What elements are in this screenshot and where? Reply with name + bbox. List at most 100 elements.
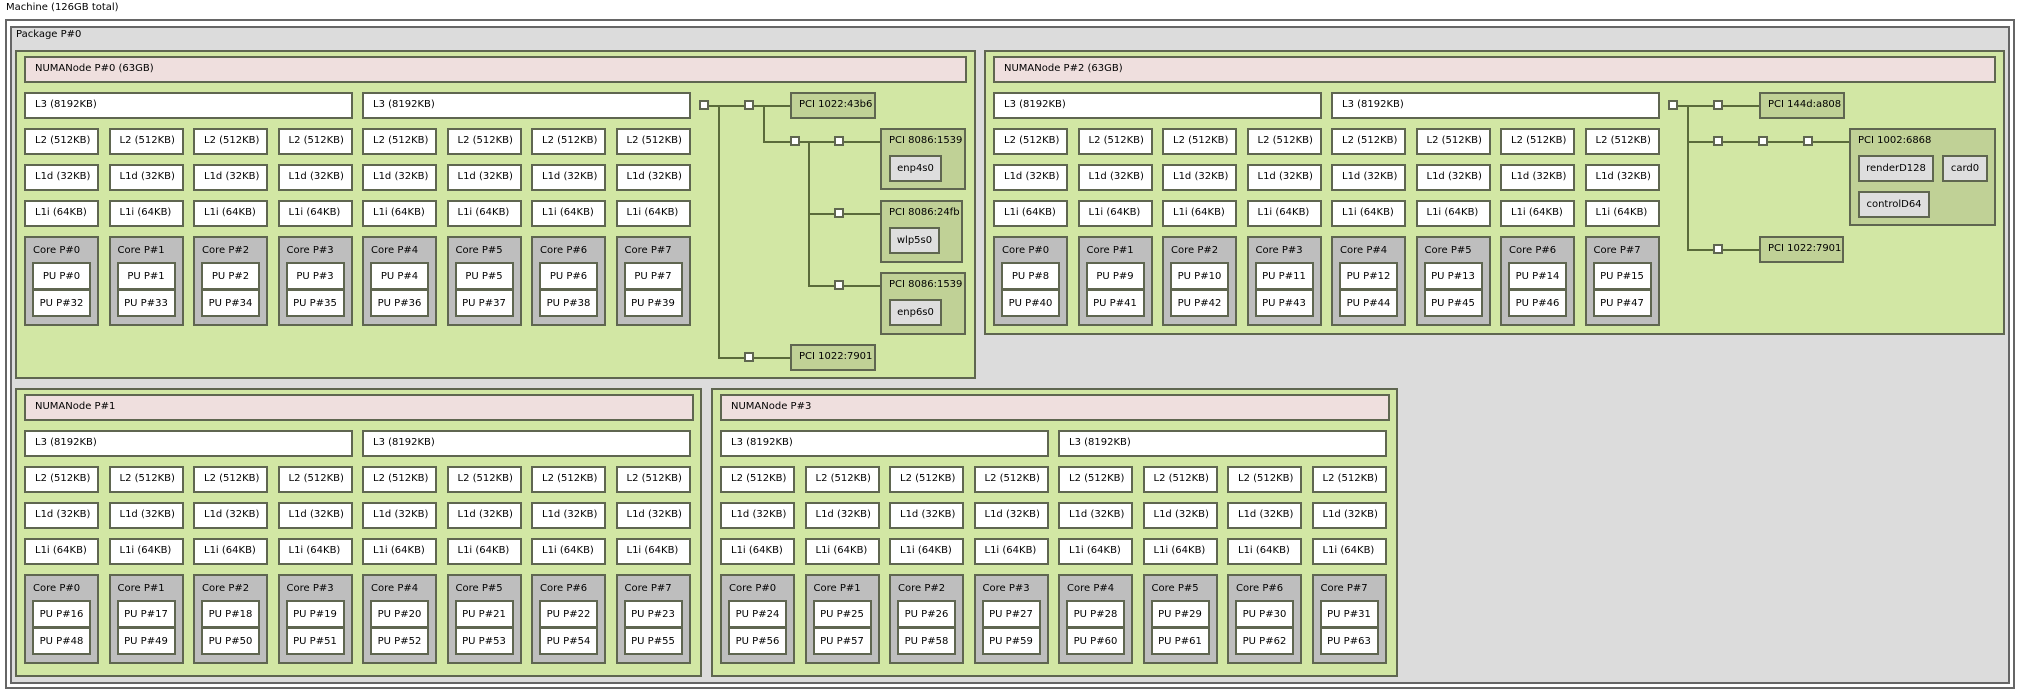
pci-label: PCI 1022:7901 xyxy=(1768,243,1842,254)
l2-cache: L2 (512KB) xyxy=(1162,128,1237,155)
bridge-icon xyxy=(1758,136,1768,146)
pu-box: PU P#60 xyxy=(1066,627,1125,655)
bridge-icon xyxy=(1713,136,1723,146)
l1d-cache: L1d (32KB) xyxy=(1077,164,1153,191)
pu-box: PU P#12 xyxy=(1339,262,1398,290)
bridge-icon xyxy=(834,280,844,290)
l2-cache: L2 (512KB) xyxy=(446,128,522,155)
l1d-cache: L1d (32KB) xyxy=(24,502,99,529)
pu-box: PU P#25 xyxy=(812,600,872,628)
l1d-cache: L1d (32KB) xyxy=(615,164,691,191)
pu-box: PU P#41 xyxy=(1085,289,1145,317)
l1d-cache: L1d (32KB) xyxy=(108,502,184,529)
l1i-cache: L1i (64KB) xyxy=(531,538,606,565)
pu-box: PU P#29 xyxy=(1150,600,1210,628)
l1d-cache: L1d (32KB) xyxy=(615,502,691,529)
core-label: Core P#2 xyxy=(202,245,250,256)
pu-box: PU P#52 xyxy=(370,627,429,655)
pu-box: PU P#23 xyxy=(623,600,683,628)
link-line xyxy=(754,105,763,107)
l1i-cache: L1i (64KB) xyxy=(193,538,268,565)
pu-box: PU P#26 xyxy=(897,600,956,628)
l1d-cache: L1d (32KB) xyxy=(1246,164,1322,191)
core-label: Core P#7 xyxy=(1320,583,1368,594)
pu-box: PU P#27 xyxy=(981,600,1041,628)
l1d-cache: L1d (32KB) xyxy=(531,164,606,191)
pu-box: PU P#58 xyxy=(897,627,956,655)
l2-cache: L2 (512KB) xyxy=(1331,128,1406,155)
core-label: Core P#5 xyxy=(1151,583,1199,594)
pu-box: PU P#56 xyxy=(728,627,787,655)
pu-box: PU P#47 xyxy=(1592,289,1652,317)
os-device: controlD64 xyxy=(1858,191,1930,218)
l2-cache: L2 (512KB) xyxy=(1227,466,1302,493)
pu-box: PU P#7 xyxy=(623,262,683,290)
l1d-cache: L1d (32KB) xyxy=(108,164,184,191)
l2-cache: L2 (512KB) xyxy=(446,466,522,493)
link-line xyxy=(763,141,880,143)
l2-cache: L2 (512KB) xyxy=(720,466,795,493)
os-device: card0 xyxy=(1942,155,1988,182)
l2-cache: L2 (512KB) xyxy=(1058,466,1133,493)
l1d-cache: L1d (32KB) xyxy=(531,502,606,529)
core-label: Core P#6 xyxy=(1509,245,1557,256)
pu-box: PU P#44 xyxy=(1339,289,1398,317)
core-label: Core P#0 xyxy=(1002,245,1050,256)
pu-box: PU P#37 xyxy=(454,289,514,317)
l2-cache: L2 (512KB) xyxy=(531,466,606,493)
pu-box: PU P#42 xyxy=(1170,289,1229,317)
l2-cache: L2 (512KB) xyxy=(193,466,268,493)
l3-cache: L3 (8192KB) xyxy=(24,430,353,457)
l1i-cache: L1i (64KB) xyxy=(804,538,880,565)
pu-box: PU P#48 xyxy=(32,627,91,655)
core-label: Core P#4 xyxy=(1067,583,1115,594)
core-label: Core P#6 xyxy=(540,245,588,256)
l1d-cache: L1d (32KB) xyxy=(973,502,1049,529)
package-label: Package P#0 xyxy=(16,29,82,40)
pu-box: PU P#51 xyxy=(285,627,345,655)
l1i-cache: L1i (64KB) xyxy=(1415,200,1491,227)
core-label: Core P#5 xyxy=(455,245,503,256)
l1i-cache: L1i (64KB) xyxy=(1500,200,1575,227)
l1i-cache: L1i (64KB) xyxy=(531,200,606,227)
l1i-cache: L1i (64KB) xyxy=(277,538,353,565)
bridge-icon xyxy=(790,136,800,146)
pu-box: PU P#11 xyxy=(1254,262,1314,290)
pu-box: PU P#40 xyxy=(1001,289,1060,317)
l1d-cache: L1d (32KB) xyxy=(446,164,522,191)
pu-box: PU P#35 xyxy=(285,289,345,317)
pu-box: PU P#19 xyxy=(285,600,345,628)
l2-cache: L2 (512KB) xyxy=(108,128,184,155)
core-label: Core P#4 xyxy=(371,583,419,594)
pu-box: PU P#30 xyxy=(1235,600,1294,628)
l3-cache: L3 (8192KB) xyxy=(1331,92,1660,119)
pci-label: PCI 1022:7901 xyxy=(799,351,873,362)
l1i-cache: L1i (64KB) xyxy=(993,200,1068,227)
bridge-icon xyxy=(834,136,844,146)
pu-box: PU P#53 xyxy=(454,627,514,655)
pu-box: PU P#34 xyxy=(201,289,260,317)
l1i-cache: L1i (64KB) xyxy=(277,200,353,227)
l1d-cache: L1d (32KB) xyxy=(193,502,268,529)
pu-box: PU P#38 xyxy=(539,289,598,317)
pu-box: PU P#62 xyxy=(1235,627,1294,655)
pu-box: PU P#1 xyxy=(116,262,176,290)
pu-box: PU P#31 xyxy=(1319,600,1379,628)
core-label: Core P#1 xyxy=(117,583,165,594)
pu-box: PU P#46 xyxy=(1508,289,1567,317)
core-label: Core P#1 xyxy=(1086,245,1134,256)
bridge-icon xyxy=(744,100,754,110)
core-label: Core P#1 xyxy=(117,245,165,256)
pu-box: PU P#15 xyxy=(1592,262,1652,290)
l1d-cache: L1d (32KB) xyxy=(1415,164,1491,191)
l1d-cache: L1d (32KB) xyxy=(1142,502,1218,529)
pu-box: PU P#0 xyxy=(32,262,91,290)
pu-box: PU P#32 xyxy=(32,289,91,317)
l1d-cache: L1d (32KB) xyxy=(804,502,880,529)
link-line xyxy=(718,357,790,359)
l1i-cache: L1i (64KB) xyxy=(24,200,99,227)
l1d-cache: L1d (32KB) xyxy=(193,164,268,191)
core-label: Core P#3 xyxy=(1255,245,1303,256)
pci-label: PCI 144d:a808 xyxy=(1768,99,1842,110)
pu-box: PU P#4 xyxy=(370,262,429,290)
